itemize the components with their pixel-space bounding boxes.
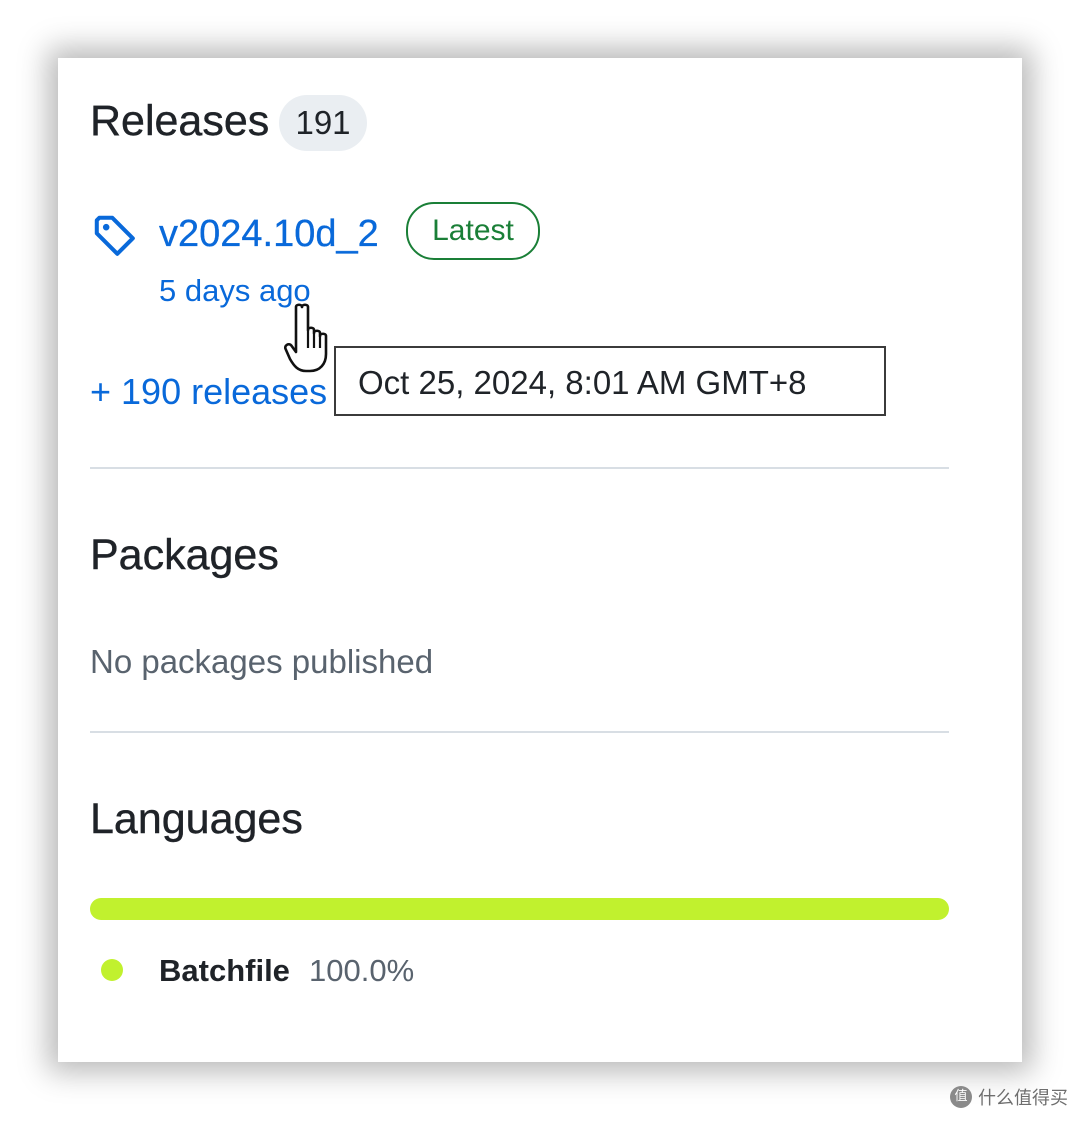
packages-heading[interactable]: Packages [90,533,279,577]
no-packages-text: No packages published [90,643,434,680]
section-divider [90,731,949,733]
releases-count-badge: 191 [279,95,367,151]
section-divider [90,467,949,469]
tag-icon [94,215,135,256]
languages-heading: Languages [90,795,303,843]
language-color-dot [101,959,123,981]
language-percent: 100.0% [309,953,415,988]
latest-release-link[interactable]: v2024.10d_2 [159,212,379,256]
repo-sidebar: Releases 191 v2024.10d_2 Latest 5 days a… [58,58,1022,1062]
language-bar [90,898,949,920]
hand-pointer-cursor-icon [284,303,328,373]
language-name[interactable]: Batchfile [159,953,290,989]
watermark-logo-icon: 值 [950,1086,972,1108]
release-date-tooltip: Oct 25, 2024, 8:01 AM GMT+8 [334,346,886,416]
releases-heading[interactable]: Releases [90,99,270,143]
watermark-text: 什么值得买 [978,1088,1068,1109]
language-bar-segment-batchfile [90,898,949,920]
latest-badge: Latest [406,202,540,260]
more-releases-link[interactable]: + 190 releases [90,372,327,412]
site-watermark: 值 什么值得买 [950,1083,1068,1111]
